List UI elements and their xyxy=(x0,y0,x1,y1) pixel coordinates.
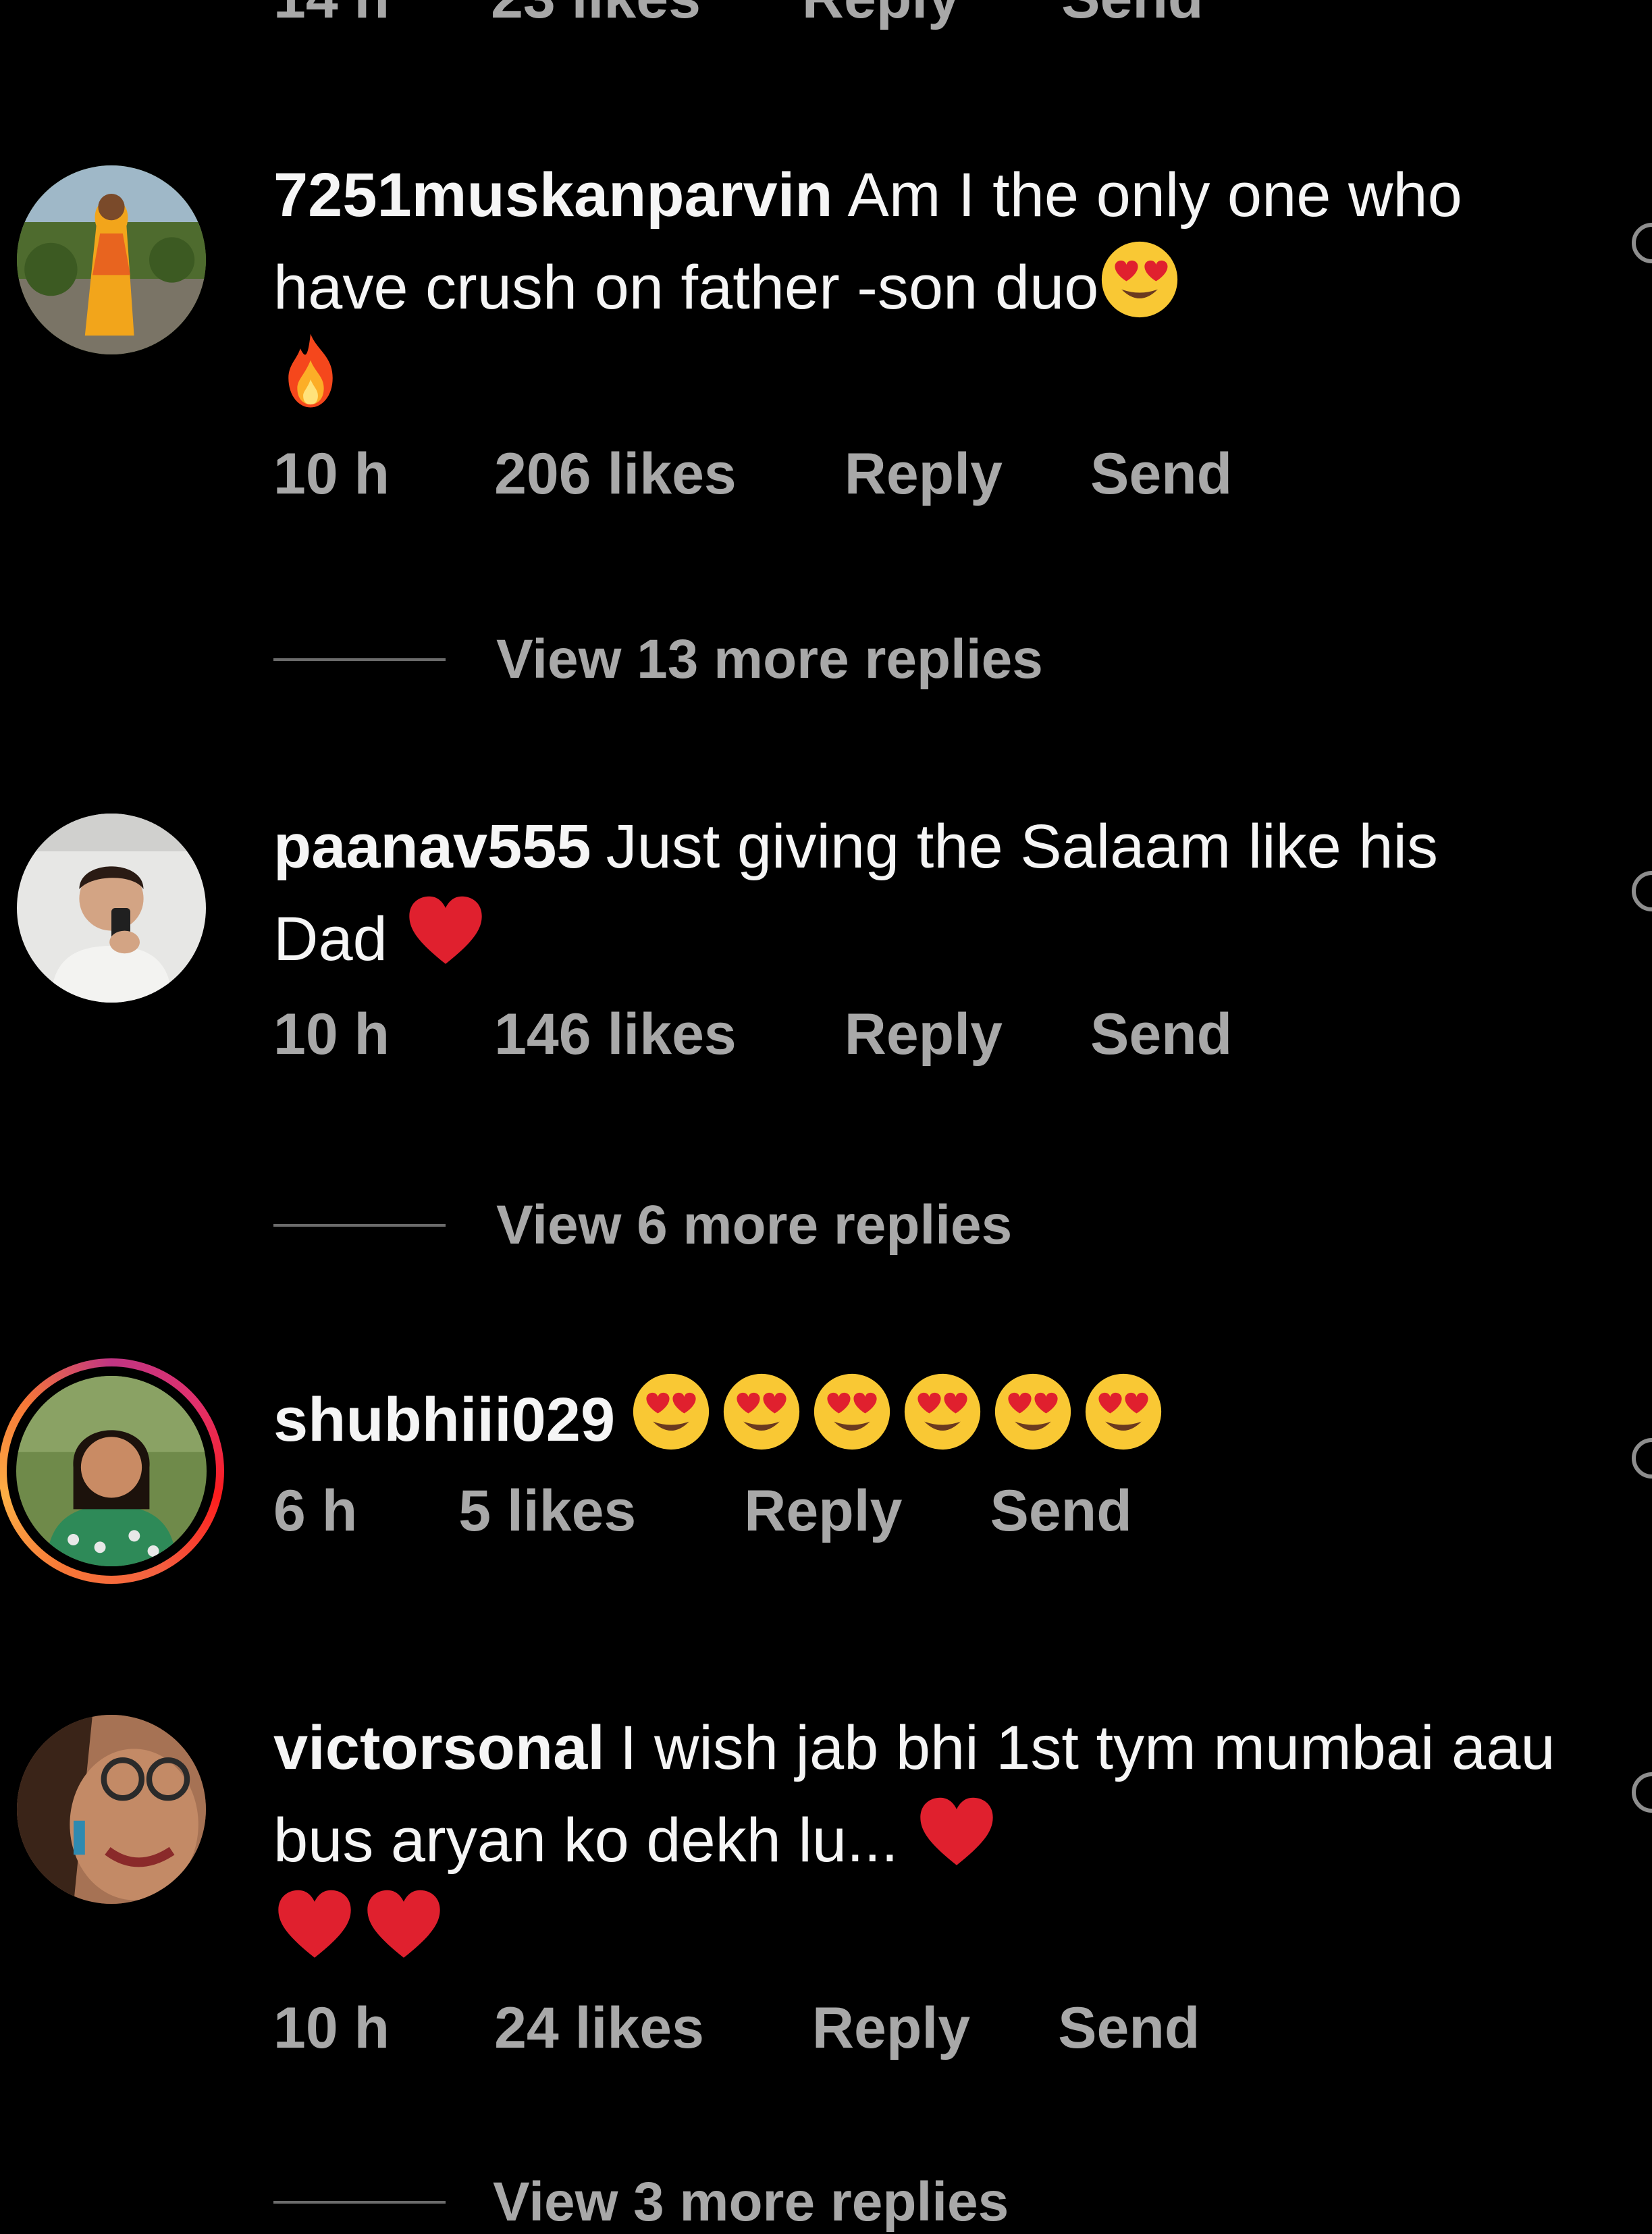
red-heart-emoji xyxy=(404,890,487,972)
comment-meta: 10 h 24 likes Reply Send xyxy=(273,1995,1556,2062)
red-heart-emoji xyxy=(273,1884,356,1966)
replies-divider xyxy=(273,2201,446,2204)
comment-likes[interactable]: 5 likes xyxy=(458,1478,636,1545)
avatar-photo xyxy=(17,1715,206,1904)
avatar-photo xyxy=(17,165,206,354)
comment-username[interactable]: shubhiii029 xyxy=(273,1385,615,1454)
red-heart-emoji xyxy=(915,1791,998,1873)
send-button[interactable]: Send xyxy=(1061,0,1203,30)
comment-username[interactable]: 7251muskanparvin xyxy=(273,161,832,230)
comment-likes[interactable]: 24 likes xyxy=(494,1995,704,2062)
comment-text: 7251muskanparvin Am I the only one who ha… xyxy=(273,152,1556,422)
reply-button[interactable]: Reply xyxy=(845,441,1003,508)
red-heart-emoji xyxy=(363,1884,445,1966)
avatar[interactable] xyxy=(17,814,206,1003)
comment-meta: 6 h 5 likes Reply Send xyxy=(273,1478,1556,1545)
send-button[interactable]: Send xyxy=(1058,1995,1200,2062)
like-heart-icon[interactable] xyxy=(1632,871,1652,911)
like-heart-icon[interactable] xyxy=(1632,1772,1652,1813)
view-replies-label: View 13 more replies xyxy=(496,629,1043,690)
heart-eyes-emoji xyxy=(992,1371,1074,1453)
comment-likes[interactable]: 146 likes xyxy=(494,1001,737,1068)
view-replies-button[interactable]: View 13 more replies xyxy=(273,628,1043,691)
comment-time: 10 h xyxy=(273,442,390,506)
send-button[interactable]: Send xyxy=(1090,1001,1232,1068)
comment-text: paanav555 Just giving the Salaam like his… xyxy=(273,803,1556,982)
view-replies-label: View 6 more replies xyxy=(496,1194,1013,1256)
heart-eyes-emoji xyxy=(1082,1371,1165,1453)
send-button[interactable]: Send xyxy=(990,1478,1131,1545)
comment-likes[interactable]: 206 likes xyxy=(494,441,737,508)
heart-eyes-emoji xyxy=(1098,238,1181,321)
send-button[interactable]: Send xyxy=(1090,441,1232,508)
comment-time: 10 h xyxy=(273,1996,390,2060)
view-replies-button[interactable]: View 6 more replies xyxy=(273,1194,1012,1257)
avatar-photo xyxy=(17,814,206,1003)
avatar-story-ring[interactable] xyxy=(0,1358,224,1584)
view-replies-label: View 3 more replies xyxy=(493,2171,1009,2233)
like-heart-icon[interactable] xyxy=(1632,223,1652,263)
comment-time: 14 h xyxy=(273,0,390,30)
replies-divider xyxy=(273,658,446,661)
fire-emoji xyxy=(273,331,348,412)
heart-eyes-emoji xyxy=(901,1371,984,1453)
comment-meta: 10 h 206 likes Reply Send xyxy=(273,441,1556,508)
avatar-photo xyxy=(16,1376,207,1566)
view-replies-button[interactable]: View 3 more replies xyxy=(273,2171,1009,2234)
comment-likes[interactable]: 23 likes xyxy=(491,0,701,30)
replies-divider xyxy=(273,1224,446,1227)
comment-time: 6 h xyxy=(273,1479,358,1543)
like-heart-icon[interactable] xyxy=(1632,1438,1652,1479)
comment-meta: 10 h 146 likes Reply Send xyxy=(273,1001,1556,1068)
comment-text: victorsonal I wish jab bhi 1st tym mumbai… xyxy=(273,1705,1556,1976)
heart-eyes-emoji xyxy=(630,1371,712,1453)
avatar[interactable] xyxy=(17,165,206,354)
avatar[interactable] xyxy=(17,1715,206,1904)
reply-button[interactable]: Reply xyxy=(812,1995,970,2062)
reply-button[interactable]: Reply xyxy=(845,1001,1003,1068)
previous-comment-meta: 14 h 23 likes Reply Send xyxy=(273,0,1203,30)
avatar xyxy=(16,1376,207,1566)
comment-time: 10 h xyxy=(273,1002,390,1067)
heart-eyes-emoji xyxy=(720,1371,803,1453)
comment-username[interactable]: victorsonal xyxy=(273,1713,605,1782)
reply-button[interactable]: Reply xyxy=(802,0,960,30)
comment-username[interactable]: paanav555 xyxy=(273,812,591,881)
reply-button[interactable]: Reply xyxy=(744,1478,902,1545)
heart-eyes-emoji xyxy=(811,1371,893,1453)
comment-text: shubhiii029 xyxy=(273,1371,1556,1463)
